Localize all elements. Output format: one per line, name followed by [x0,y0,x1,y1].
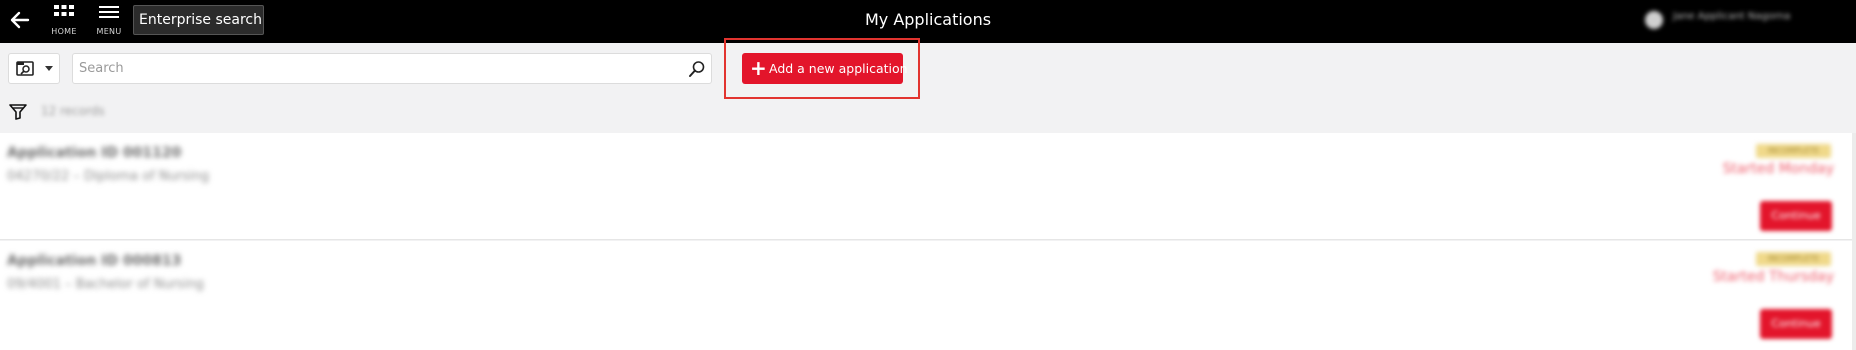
add-new-application-button[interactable]: + Add a new application [742,53,908,84]
application-title: Application ID 000813 [7,253,182,269]
hamburger-icon [99,6,119,18]
filter-icon[interactable] [9,104,27,120]
status-badge: INCOMPLETE [1756,144,1831,158]
search-icon[interactable] [688,60,706,78]
user-name: Jane Applicant Nagorna [1673,11,1791,22]
application-status: Started Monday [1722,161,1834,177]
application-title: Application ID 001120 [7,145,182,161]
view-selector-dropdown[interactable] [8,53,60,84]
list-item[interactable]: Application ID 001120 04270/22 – Diploma… [0,133,1856,240]
chevron-down-icon [45,66,53,71]
search-folder-icon [16,61,34,76]
application-status: Started Thursday [1712,269,1834,285]
search-box [72,53,712,84]
top-bar: HOME MENU Enterprise search My Applicati… [0,0,1856,43]
menu-button[interactable]: MENU [89,4,129,38]
add-new-application-label: Add a new application [769,61,908,76]
home-button[interactable]: HOME [44,4,84,38]
page-title: My Applications [864,10,992,29]
search-input[interactable] [79,54,679,83]
app-grid-icon [54,5,74,16]
menu-label: MENU [96,27,122,36]
plus-icon: + [750,56,767,80]
avatar [1645,11,1663,29]
continue-button[interactable]: Continue [1760,309,1832,339]
user-menu[interactable]: Jane Applicant Nagorna [1645,9,1835,31]
status-badge: INCOMPLETE [1756,252,1831,266]
scroll-track[interactable] [1852,133,1856,350]
application-course: 09/4001 – Bachelor of Nursing [7,277,204,292]
home-label: HOME [51,27,77,36]
continue-button[interactable]: Continue [1760,201,1832,231]
record-count: 12 records [41,104,105,118]
back-arrow-icon[interactable] [8,8,32,32]
enterprise-search-field[interactable]: Enterprise search [133,5,264,35]
application-course: 04270/22 – Diploma of Nursing [7,169,210,184]
list-item[interactable]: Application ID 000813 09/4001 – Bachelor… [0,241,1856,350]
